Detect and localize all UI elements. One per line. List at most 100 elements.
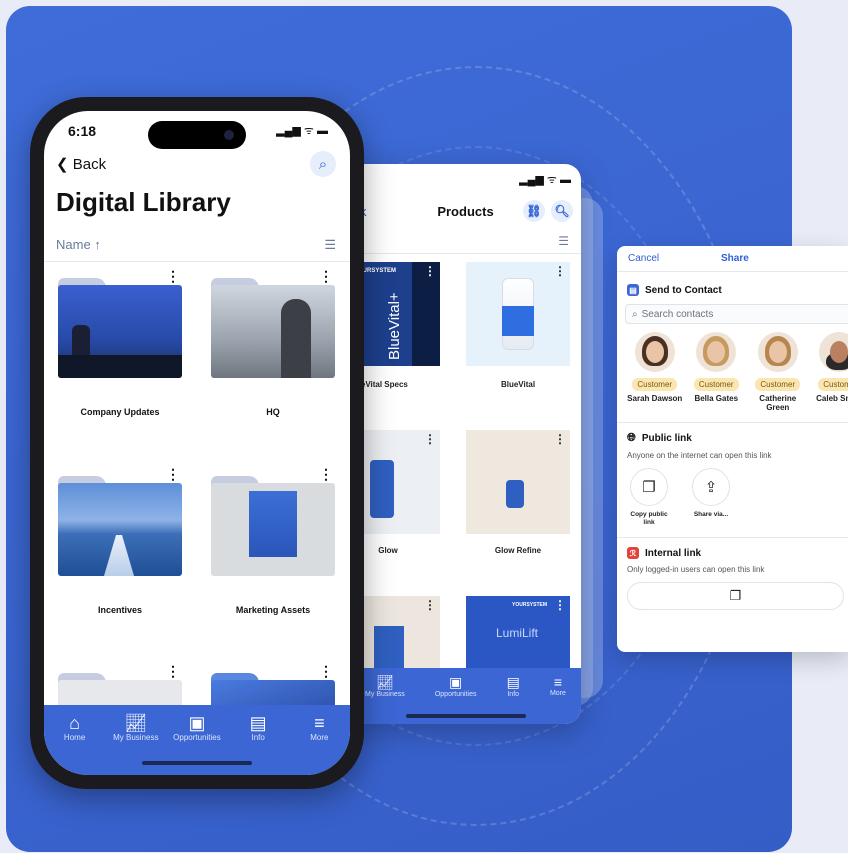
section-title: Internal link xyxy=(645,547,702,559)
tab-label: My Business xyxy=(365,691,405,698)
copy-public-link-button[interactable]: ❐ Copy public link xyxy=(627,468,671,527)
tab-my-business[interactable]: 📈︎ My Business xyxy=(108,713,164,742)
avatar xyxy=(634,332,675,372)
divider xyxy=(617,537,848,538)
section-title: Public link xyxy=(641,433,692,444)
folder-label: Incentives xyxy=(97,605,143,615)
contact-item[interactable]: Custome Caleb Smith xyxy=(812,332,848,412)
status-badge: Customer xyxy=(632,378,678,391)
status-bar: ▂▄▆ ᯤ ▬ xyxy=(519,173,571,186)
contact-card-icon: ▤ xyxy=(627,284,639,296)
folder-thumbnail xyxy=(58,285,182,378)
tube-image xyxy=(374,626,404,668)
status-badge: Customer xyxy=(755,378,801,391)
more-options-icon[interactable]: ⋮ xyxy=(554,432,566,446)
more-options-icon[interactable]: ⋮ xyxy=(424,432,436,446)
more-options-icon[interactable]: ⋮ xyxy=(554,598,566,612)
search-icon[interactable]: ⌕ xyxy=(310,151,336,177)
lumlift-text: LumiLift xyxy=(496,626,539,640)
search-icon[interactable]: 🔍︎ xyxy=(551,200,573,222)
folder-thumbnail xyxy=(211,483,335,576)
product-tile[interactable]: ⋮ xyxy=(466,430,570,534)
contacts-row: Customer Sarah Dawson Customer Bella Gat… xyxy=(627,332,848,412)
contact-item[interactable]: Customer Bella Gates xyxy=(689,332,745,412)
share-via-button[interactable]: ⇪ Share via... xyxy=(689,468,733,527)
back-button[interactable]: ❮ Back xyxy=(56,155,106,173)
status-badge: Custome xyxy=(818,378,848,391)
copy-icon: ❐ xyxy=(729,588,742,603)
folder-incentives[interactable]: ⋮ xyxy=(58,466,182,576)
home-icon: ⌂ xyxy=(69,713,81,733)
more-options-icon[interactable]: ⋮ xyxy=(319,466,333,483)
search-contacts-input[interactable]: ⌕ Search contacts xyxy=(625,304,848,324)
more-options-icon[interactable]: ⋮ xyxy=(424,264,436,278)
list-view-icon[interactable]: ☰ xyxy=(324,237,336,253)
badge-icon: ▣ xyxy=(449,674,463,690)
action-label: Share via... xyxy=(693,511,729,518)
cancel-button[interactable]: Cancel xyxy=(628,253,659,264)
sort-button[interactable]: Name ↑ xyxy=(56,237,101,252)
folder-thumbnail xyxy=(211,285,335,378)
book-icon: ▤ xyxy=(249,713,267,733)
tab-info[interactable]: ▤ Info xyxy=(230,713,286,742)
link-icon[interactable]: ⛓ xyxy=(523,200,545,222)
tab-label: My Business xyxy=(113,733,159,742)
list-view-icon[interactable]: ☰ xyxy=(558,234,569,248)
folder-label: HQ xyxy=(266,407,280,417)
tab-label: Opportunities xyxy=(173,733,221,742)
sort-row: ↑ ☰ xyxy=(350,228,581,254)
tab-home[interactable]: ⌂ Home xyxy=(47,713,103,742)
folder-label: Marketing Assets xyxy=(235,605,311,615)
avatar xyxy=(819,332,848,372)
folder-marketing-assets[interactable]: ⋮ xyxy=(211,466,335,576)
tab-label: Info xyxy=(507,691,520,698)
contact-item[interactable]: Customer Sarah Dawson xyxy=(627,332,683,412)
section-title: Send to Contact xyxy=(645,284,722,296)
more-options-icon[interactable]: ⋮ xyxy=(166,268,180,285)
public-link-actions: ❐ Copy public link ⇪ Share via... xyxy=(627,468,838,527)
share-header: Cancel Share xyxy=(617,246,848,272)
contact-item[interactable]: Customer Catherine Green xyxy=(750,332,806,412)
tab-more[interactable]: ≡ More xyxy=(550,674,566,724)
public-link-heading: 🌐︎ Public link xyxy=(627,432,838,445)
folder-hq[interactable]: ⋮ xyxy=(211,268,335,378)
status-time: 6:18 xyxy=(68,123,97,139)
action-label: Copy public link xyxy=(630,511,668,526)
avatar xyxy=(757,332,798,372)
product-tile[interactable]: ⋮ xyxy=(466,262,570,366)
globe-icon: 🌐︎ xyxy=(627,432,636,444)
folder-thumbnail xyxy=(58,483,182,576)
divider xyxy=(44,261,350,262)
products-header: k Products ⛓ 🔍︎ xyxy=(350,194,581,228)
chevron-left-icon: ❮ xyxy=(56,156,73,173)
digital-library-screen: 6:18 ▂▄▆ ᯤ ▬ ❮ Back ⌕ Digital Library Na… xyxy=(44,111,350,775)
serum-bottle-image xyxy=(506,480,524,508)
more-options-icon[interactable]: ⋮ xyxy=(166,663,180,680)
search-placeholder: Search contacts xyxy=(641,308,714,320)
more-options-icon[interactable]: ⋮ xyxy=(166,466,180,483)
product-tile[interactable]: YOURSYSTEM LumiLift ⋮ xyxy=(466,596,570,668)
contact-name: Caleb Smith xyxy=(816,394,848,403)
more-options-icon[interactable]: ⋮ xyxy=(554,264,566,278)
tab-label: More xyxy=(310,733,329,742)
tab-more[interactable]: ≡ More xyxy=(291,713,347,742)
serum-bottle-image xyxy=(370,460,394,518)
menu-icon: ≡ xyxy=(553,674,562,690)
folder-company-updates[interactable]: ⋮ xyxy=(58,268,182,378)
copy-internal-link-button[interactable]: ❐ xyxy=(627,582,844,610)
contact-name: Catherine Green xyxy=(759,394,797,412)
bottle-label xyxy=(502,306,534,336)
products-screen: ▂▄▆ ᯤ ▬ k Products ⛓ 🔍︎ ↑ ☰ YOURSYSTEM B… xyxy=(350,164,581,724)
tab-label: Opportunities xyxy=(434,691,477,698)
chart-icon: 📈︎ xyxy=(124,713,148,733)
internal-link-heading: ℛ Internal link xyxy=(627,547,838,559)
product-caption: ueVital Specs xyxy=(356,380,408,389)
tab-label: More xyxy=(549,690,566,697)
tab-opportunities[interactable]: ▣ Opportunities xyxy=(169,713,225,742)
product-caption: BlueVital xyxy=(500,380,536,389)
more-options-icon[interactable]: ⋮ xyxy=(319,268,333,285)
home-indicator xyxy=(406,714,526,718)
more-options-icon[interactable]: ⋮ xyxy=(319,663,333,680)
more-options-icon[interactable]: ⋮ xyxy=(424,598,436,612)
tab-my-business[interactable]: 📈︎ My Business xyxy=(365,674,405,724)
